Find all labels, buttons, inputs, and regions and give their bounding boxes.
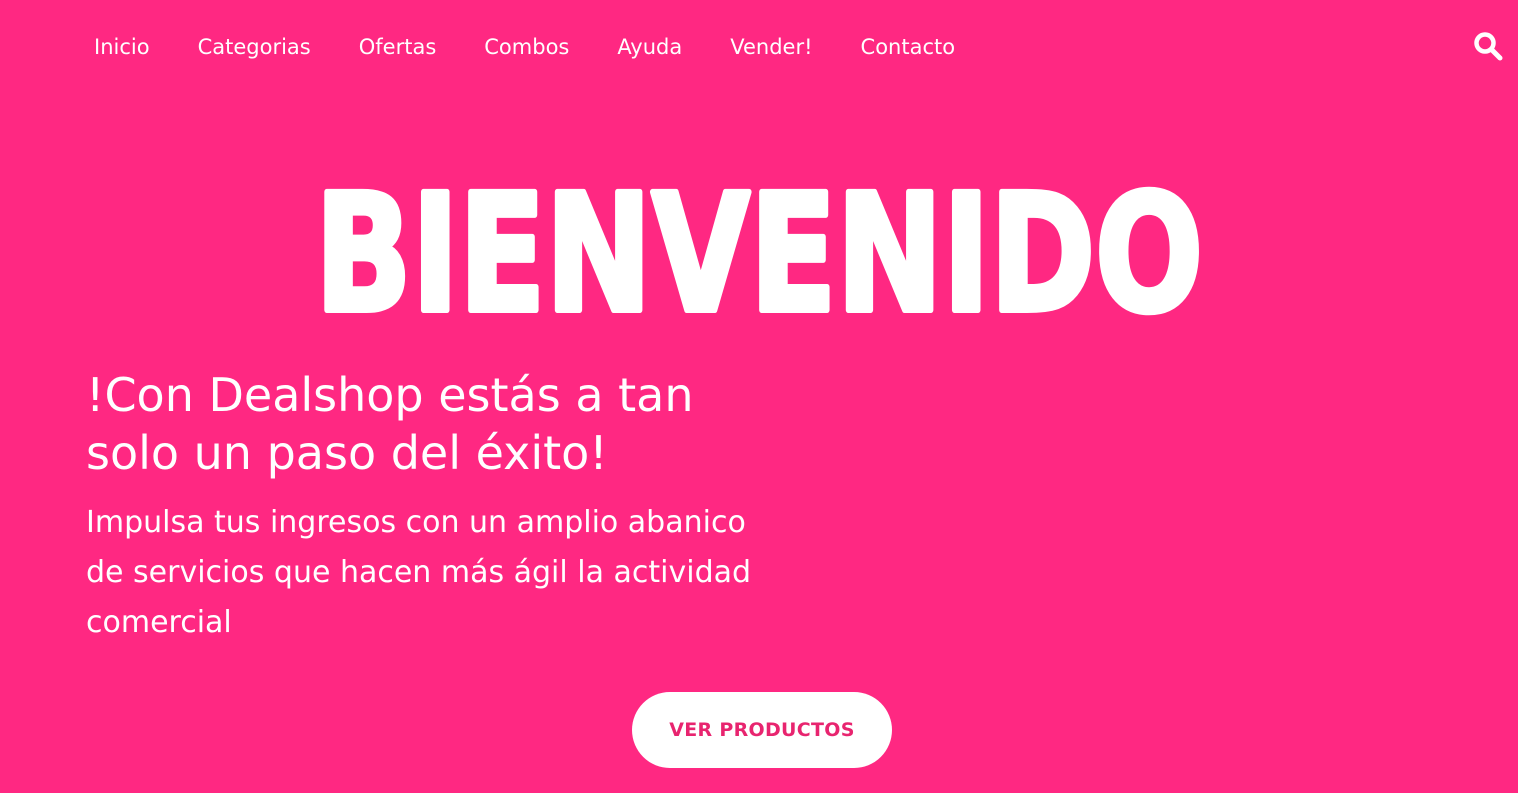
nav-link-contacto[interactable]: Contacto xyxy=(837,24,980,70)
search-icon xyxy=(1474,32,1503,61)
nav-link-combos[interactable]: Combos xyxy=(460,24,593,70)
hero-title-graphic: BIENVENIDO xyxy=(312,158,1206,352)
nav-link-inicio[interactable]: Inicio xyxy=(70,24,174,70)
nav-link-vender[interactable]: Vender! xyxy=(706,24,836,70)
nav-links: Inicio Categorias Ofertas Combos Ayuda V… xyxy=(70,24,979,70)
search-button[interactable] xyxy=(1472,30,1504,62)
hero-subtitle: Impulsa tus ingresos con un amplio abani… xyxy=(86,505,752,640)
nav-link-ayuda[interactable]: Ayuda xyxy=(593,24,706,70)
top-navbar: Inicio Categorias Ofertas Combos Ayuda V… xyxy=(0,0,1518,94)
hero-title: BIENVENIDO xyxy=(0,135,1518,352)
hero-tagline: !Con Dealshop estás a tan solo un paso d… xyxy=(86,368,694,480)
hero-title-text: BIENVENIDO xyxy=(315,161,1203,349)
nav-link-ofertas[interactable]: Ofertas xyxy=(335,24,461,70)
nav-link-categorias[interactable]: Categorias xyxy=(174,24,335,70)
ver-productos-button[interactable]: VER PRODUCTOS xyxy=(632,692,892,768)
